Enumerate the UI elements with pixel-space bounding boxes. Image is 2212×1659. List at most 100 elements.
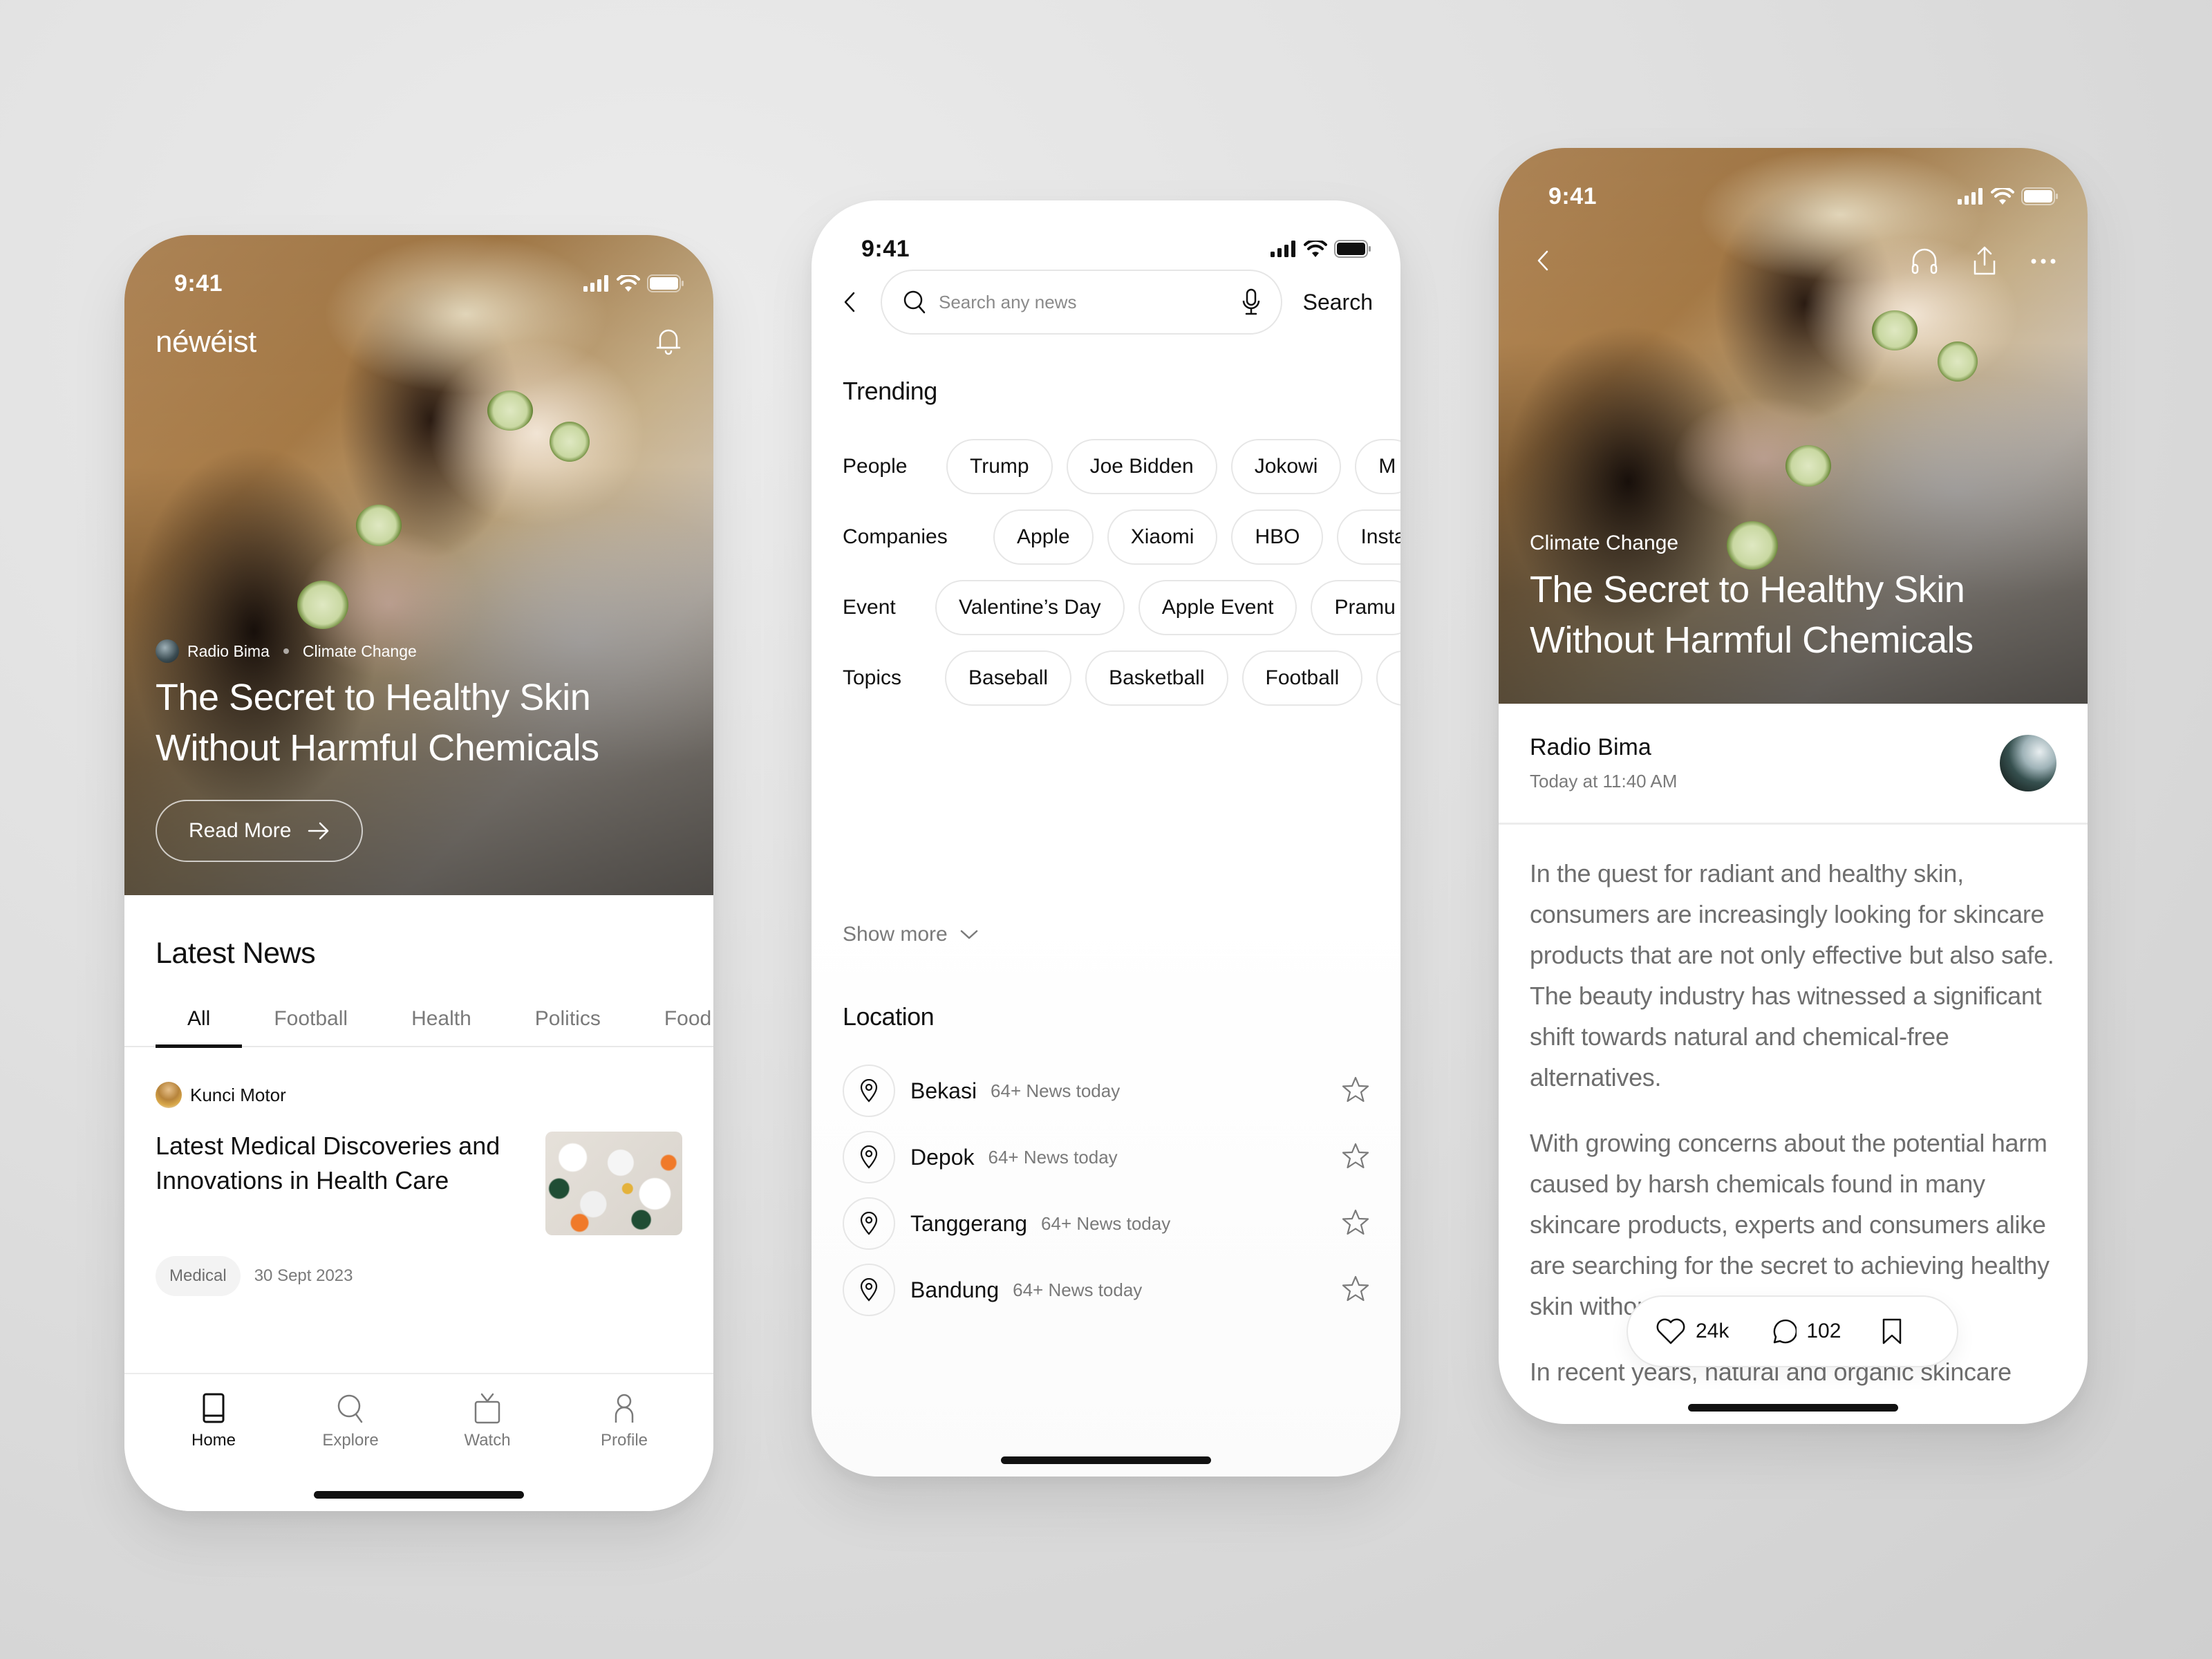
location-count: 64+ News today	[1041, 1212, 1171, 1234]
status-bar: 9:41	[124, 235, 713, 311]
trending-list: People Trump Joe Bidden Jokowi M Compani…	[843, 439, 1400, 721]
home-screen: 9:41 néwéist Radio Bima Climate Change T…	[124, 235, 713, 1511]
trending-title: Trending	[843, 377, 937, 405]
location-item[interactable]: Bandung 64+ News today	[843, 1257, 1369, 1323]
article-toolbar	[1537, 238, 2056, 286]
article-paragraph: In the quest for radiant and healthy ski…	[1530, 859, 2054, 1091]
search-field[interactable]	[881, 270, 1282, 335]
trending-chip[interactable]: Pramu	[1311, 580, 1400, 635]
trending-chip[interactable]: Valentine’s Day	[935, 580, 1125, 635]
tab-food[interactable]: Food	[632, 991, 713, 1047]
trending-chip[interactable]: Trump	[946, 439, 1053, 494]
favorite-star-icon[interactable]	[1342, 1275, 1369, 1306]
back-button[interactable]	[839, 292, 860, 312]
show-more-button[interactable]: Show more	[843, 923, 978, 946]
brand-logo: néwéist	[156, 325, 256, 359]
trending-chip[interactable]: Insta	[1337, 509, 1400, 565]
location-item[interactable]: Bekasi 64+ News today	[843, 1058, 1369, 1124]
cucumber-decoration	[1938, 341, 1978, 382]
book-icon	[203, 1393, 225, 1423]
nav-home[interactable]: Home	[165, 1392, 262, 1511]
location-name: Bekasi	[910, 1078, 977, 1103]
like-count: 24k	[1696, 1320, 1730, 1342]
location-item[interactable]: Tanggerang 64+ News today	[843, 1190, 1369, 1257]
source-avatar	[156, 639, 179, 663]
tab-health[interactable]: Health	[379, 991, 503, 1047]
headphones-icon	[1911, 248, 1938, 274]
home-indicator	[314, 1491, 524, 1499]
news-thumbnail	[545, 1132, 682, 1235]
wifi-icon	[1304, 241, 1327, 257]
location-item[interactable]: Depok 64+ News today	[843, 1124, 1369, 1190]
comment-icon[interactable]	[1769, 1318, 1797, 1345]
favorite-star-icon[interactable]	[1342, 1142, 1369, 1173]
chevron-left-icon	[1537, 250, 1548, 270]
favorite-star-icon[interactable]	[1342, 1076, 1369, 1107]
search-icon	[903, 290, 926, 314]
signal-icon	[1271, 241, 1295, 257]
back-button[interactable]	[1537, 250, 1549, 274]
category-tabs: All Football Health Politics Food	[124, 991, 713, 1048]
article-hero-content: Climate Change The Secret to Healthy Ski…	[1530, 532, 2056, 666]
cucumber-decoration	[550, 422, 590, 462]
trending-chip[interactable]: Basketball	[1085, 650, 1228, 706]
news-card[interactable]: Kunci Motor Latest Medical Discoveries a…	[156, 1082, 682, 1296]
microphone-icon[interactable]	[1242, 288, 1260, 316]
heart-icon[interactable]	[1656, 1318, 1686, 1345]
nav-profile[interactable]: Profile	[576, 1392, 673, 1511]
search-screen: 9:41 Search Trending People Trump Joe Bi…	[812, 200, 1400, 1477]
author-name[interactable]: Radio Bima	[1530, 734, 1677, 761]
location-name: Tanggerang	[910, 1210, 1028, 1236]
map-pin-icon	[860, 1212, 878, 1235]
trending-chip[interactable]: Xiaomi	[1107, 509, 1218, 565]
news-title: Latest Medical Discoveries and Innovatio…	[156, 1132, 500, 1194]
read-more-button[interactable]: Read More	[156, 800, 364, 862]
tv-icon	[474, 1393, 500, 1424]
status-bar: 9:41	[1499, 148, 2088, 224]
article-screen: 9:41 Climate Change The Secret to Health…	[1499, 148, 2088, 1424]
trending-chip[interactable]: Joe Bidden	[1066, 439, 1217, 494]
search-input[interactable]	[939, 291, 1230, 313]
trending-chip[interactable]	[1376, 650, 1400, 706]
comment-count: 102	[1806, 1320, 1841, 1342]
favorite-star-icon[interactable]	[1342, 1208, 1369, 1239]
battery-icon	[2021, 187, 2058, 205]
trending-chip[interactable]: Apple Event	[1138, 580, 1297, 635]
trending-chip[interactable]: HBO	[1231, 509, 1324, 565]
status-time: 9:41	[861, 235, 910, 262]
trending-chip[interactable]: Football	[1241, 650, 1363, 706]
trending-label: Companies	[843, 525, 948, 548]
trending-chip[interactable]: Jokowi	[1230, 439, 1342, 494]
location-name: Depok	[910, 1144, 975, 1170]
article-author: Radio Bima Today at 11:40 AM	[1499, 704, 2088, 825]
trending-label: Topics	[843, 666, 902, 689]
hero-title[interactable]: The Secret to Healthy Skin Without Harmf…	[156, 673, 682, 774]
status-time: 9:41	[174, 270, 223, 297]
bookmark-icon[interactable]	[1881, 1318, 1903, 1345]
trending-label: Event	[843, 596, 896, 619]
publish-time: Today at 11:40 AM	[1530, 771, 1678, 791]
trending-chip[interactable]: M	[1355, 439, 1400, 494]
trending-row-people: People Trump Joe Bidden Jokowi M	[843, 439, 1400, 494]
cucumber-decoration	[356, 505, 402, 546]
wifi-icon	[1991, 188, 2014, 205]
notification-bell-icon[interactable]	[655, 326, 682, 359]
trending-chip[interactable]: Apple	[993, 509, 1094, 565]
tab-all[interactable]: All	[156, 991, 243, 1048]
tab-football[interactable]: Football	[242, 991, 379, 1047]
tab-politics[interactable]: Politics	[503, 991, 632, 1047]
share-icon	[1974, 246, 1996, 274]
signal-icon	[583, 275, 608, 292]
search-button[interactable]: Search	[1303, 290, 1373, 315]
wifi-icon	[617, 275, 640, 292]
trending-row-topics: Topics Baseball Basketball Football	[843, 650, 1400, 706]
trending-chip[interactable]: Baseball	[945, 650, 1072, 706]
author-avatar[interactable]	[2000, 735, 2056, 791]
article-action-bar: 24k 102	[1627, 1295, 1958, 1367]
share-button[interactable]	[1971, 245, 1998, 279]
location-count: 64+ News today	[991, 1080, 1121, 1101]
chevron-down-icon	[960, 930, 977, 939]
map-pin-icon	[860, 1145, 878, 1169]
more-options-button[interactable]	[2030, 256, 2056, 268]
listen-button[interactable]	[1910, 246, 1939, 279]
